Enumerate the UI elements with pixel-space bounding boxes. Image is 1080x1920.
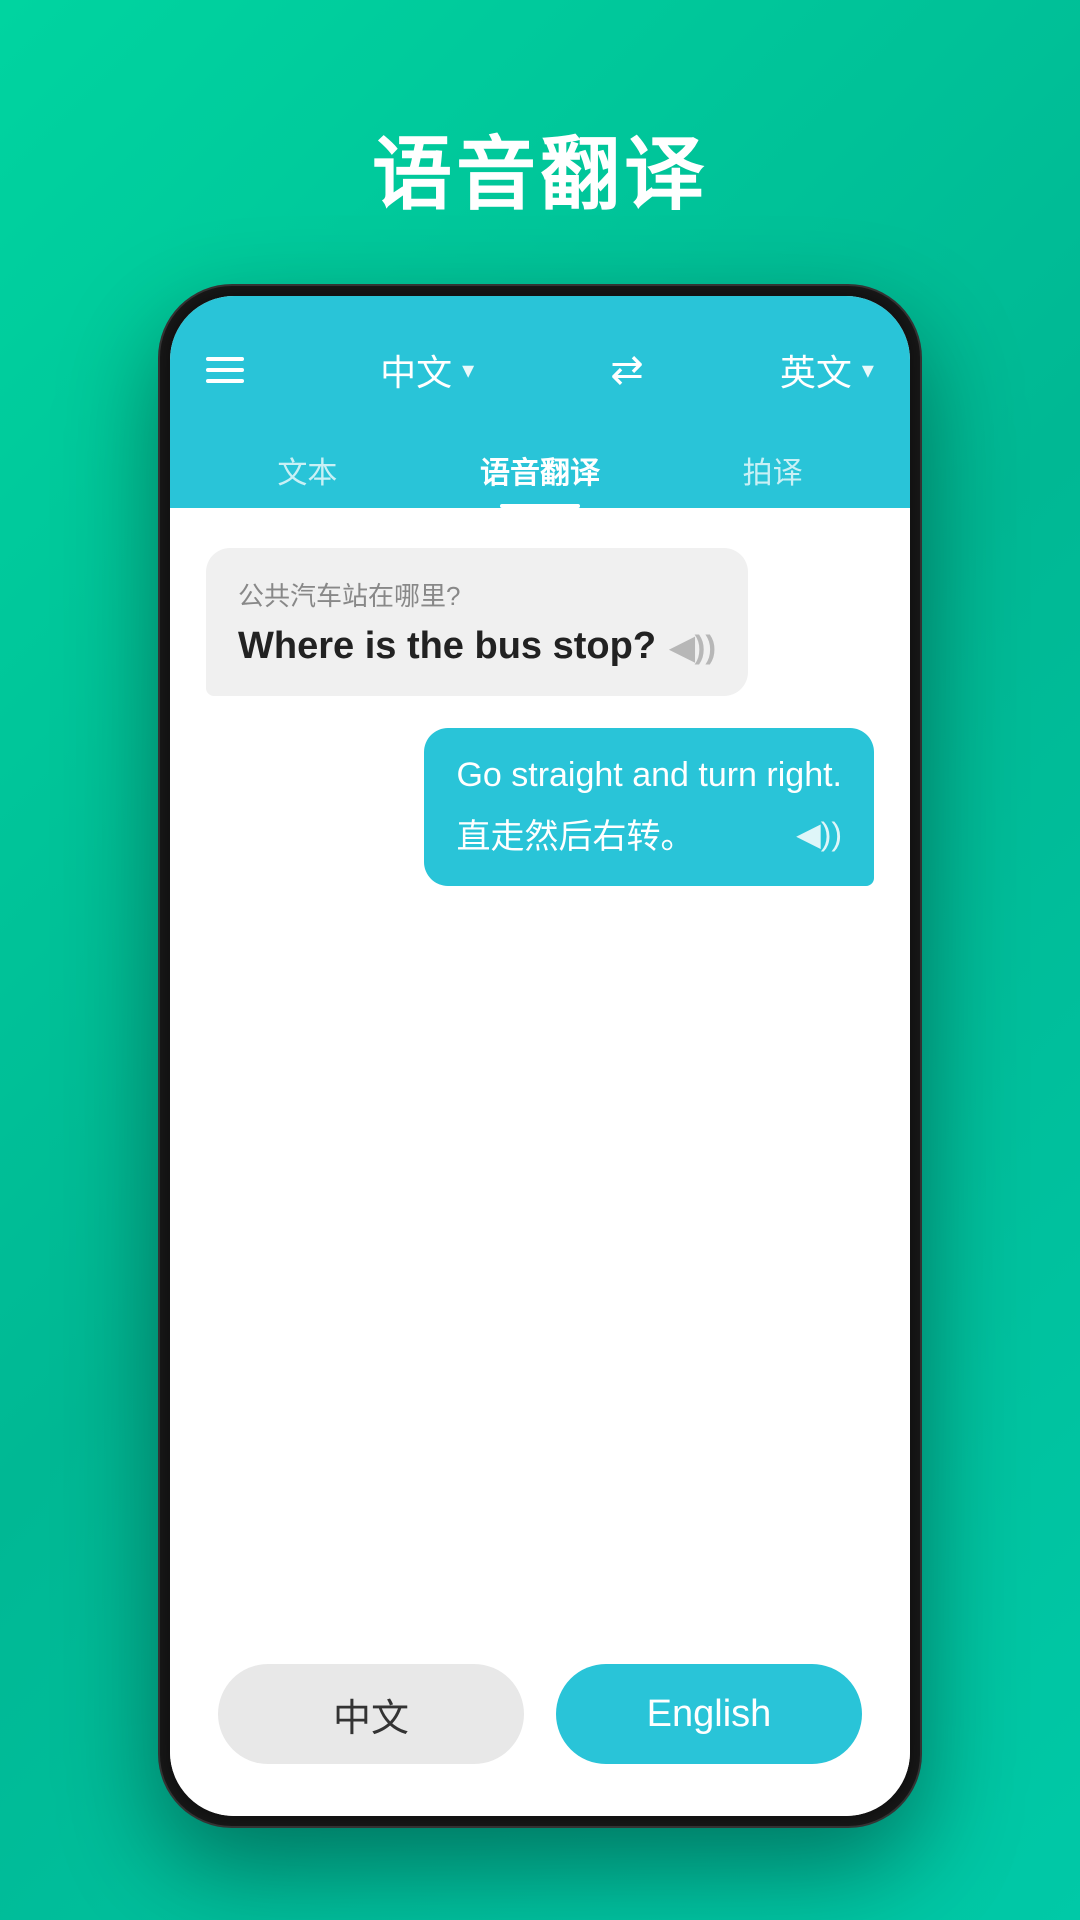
- message-bubble-right: Go straight and turn right. 直走然后右转。 ◀)): [424, 728, 874, 886]
- phone-shell: 中文 ▾ ⇄ 英文 ▾ 文本 语音翻译: [160, 286, 920, 1826]
- chat-area: 公共汽车站在哪里? Where is the bus stop? ◀)) Go …: [170, 508, 910, 1636]
- page-title: 语音翻译: [372, 110, 708, 226]
- target-lang-label: 英文: [780, 344, 852, 396]
- phone-screen: 中文 ▾ ⇄ 英文 ▾ 文本 语音翻译: [170, 296, 910, 1816]
- tab-bar: 文本 语音翻译 拍译: [206, 432, 874, 508]
- tab-photo-translate[interactable]: 拍译: [723, 432, 823, 508]
- message-original-text: 公共汽车站在哪里?: [238, 576, 716, 613]
- app-header: 中文 ▾ ⇄ 英文 ▾ 文本 语音翻译: [170, 296, 910, 508]
- source-lang-label: 中文: [380, 344, 452, 396]
- speak-english-button[interactable]: English: [556, 1664, 862, 1764]
- target-lang-selector[interactable]: 英文 ▾: [780, 344, 874, 396]
- play-audio-icon-right[interactable]: ◀)): [796, 815, 842, 853]
- message-chinese-text: 直走然后右转。 ◀)): [456, 809, 842, 858]
- play-audio-icon[interactable]: ◀)): [670, 628, 716, 666]
- message-english-text: Go straight and turn right.: [456, 756, 842, 795]
- header-top: 中文 ▾ ⇄ 英文 ▾: [206, 344, 874, 396]
- speak-chinese-button[interactable]: 中文: [218, 1664, 524, 1764]
- bottom-bar: 中文 English: [170, 1636, 910, 1816]
- menu-icon[interactable]: [206, 357, 244, 383]
- message-translation-text: Where is the bus stop? ◀)): [238, 625, 716, 668]
- source-lang-selector[interactable]: 中文 ▾: [380, 344, 474, 396]
- tab-text[interactable]: 文本: [257, 432, 357, 508]
- message-bubble-left: 公共汽车站在哪里? Where is the bus stop? ◀)): [206, 548, 748, 696]
- tab-voice-translate[interactable]: 语音翻译: [460, 432, 620, 508]
- swap-languages-button[interactable]: ⇄: [610, 347, 644, 393]
- target-lang-chevron: ▾: [862, 356, 874, 385]
- source-lang-chevron: ▾: [462, 356, 474, 385]
